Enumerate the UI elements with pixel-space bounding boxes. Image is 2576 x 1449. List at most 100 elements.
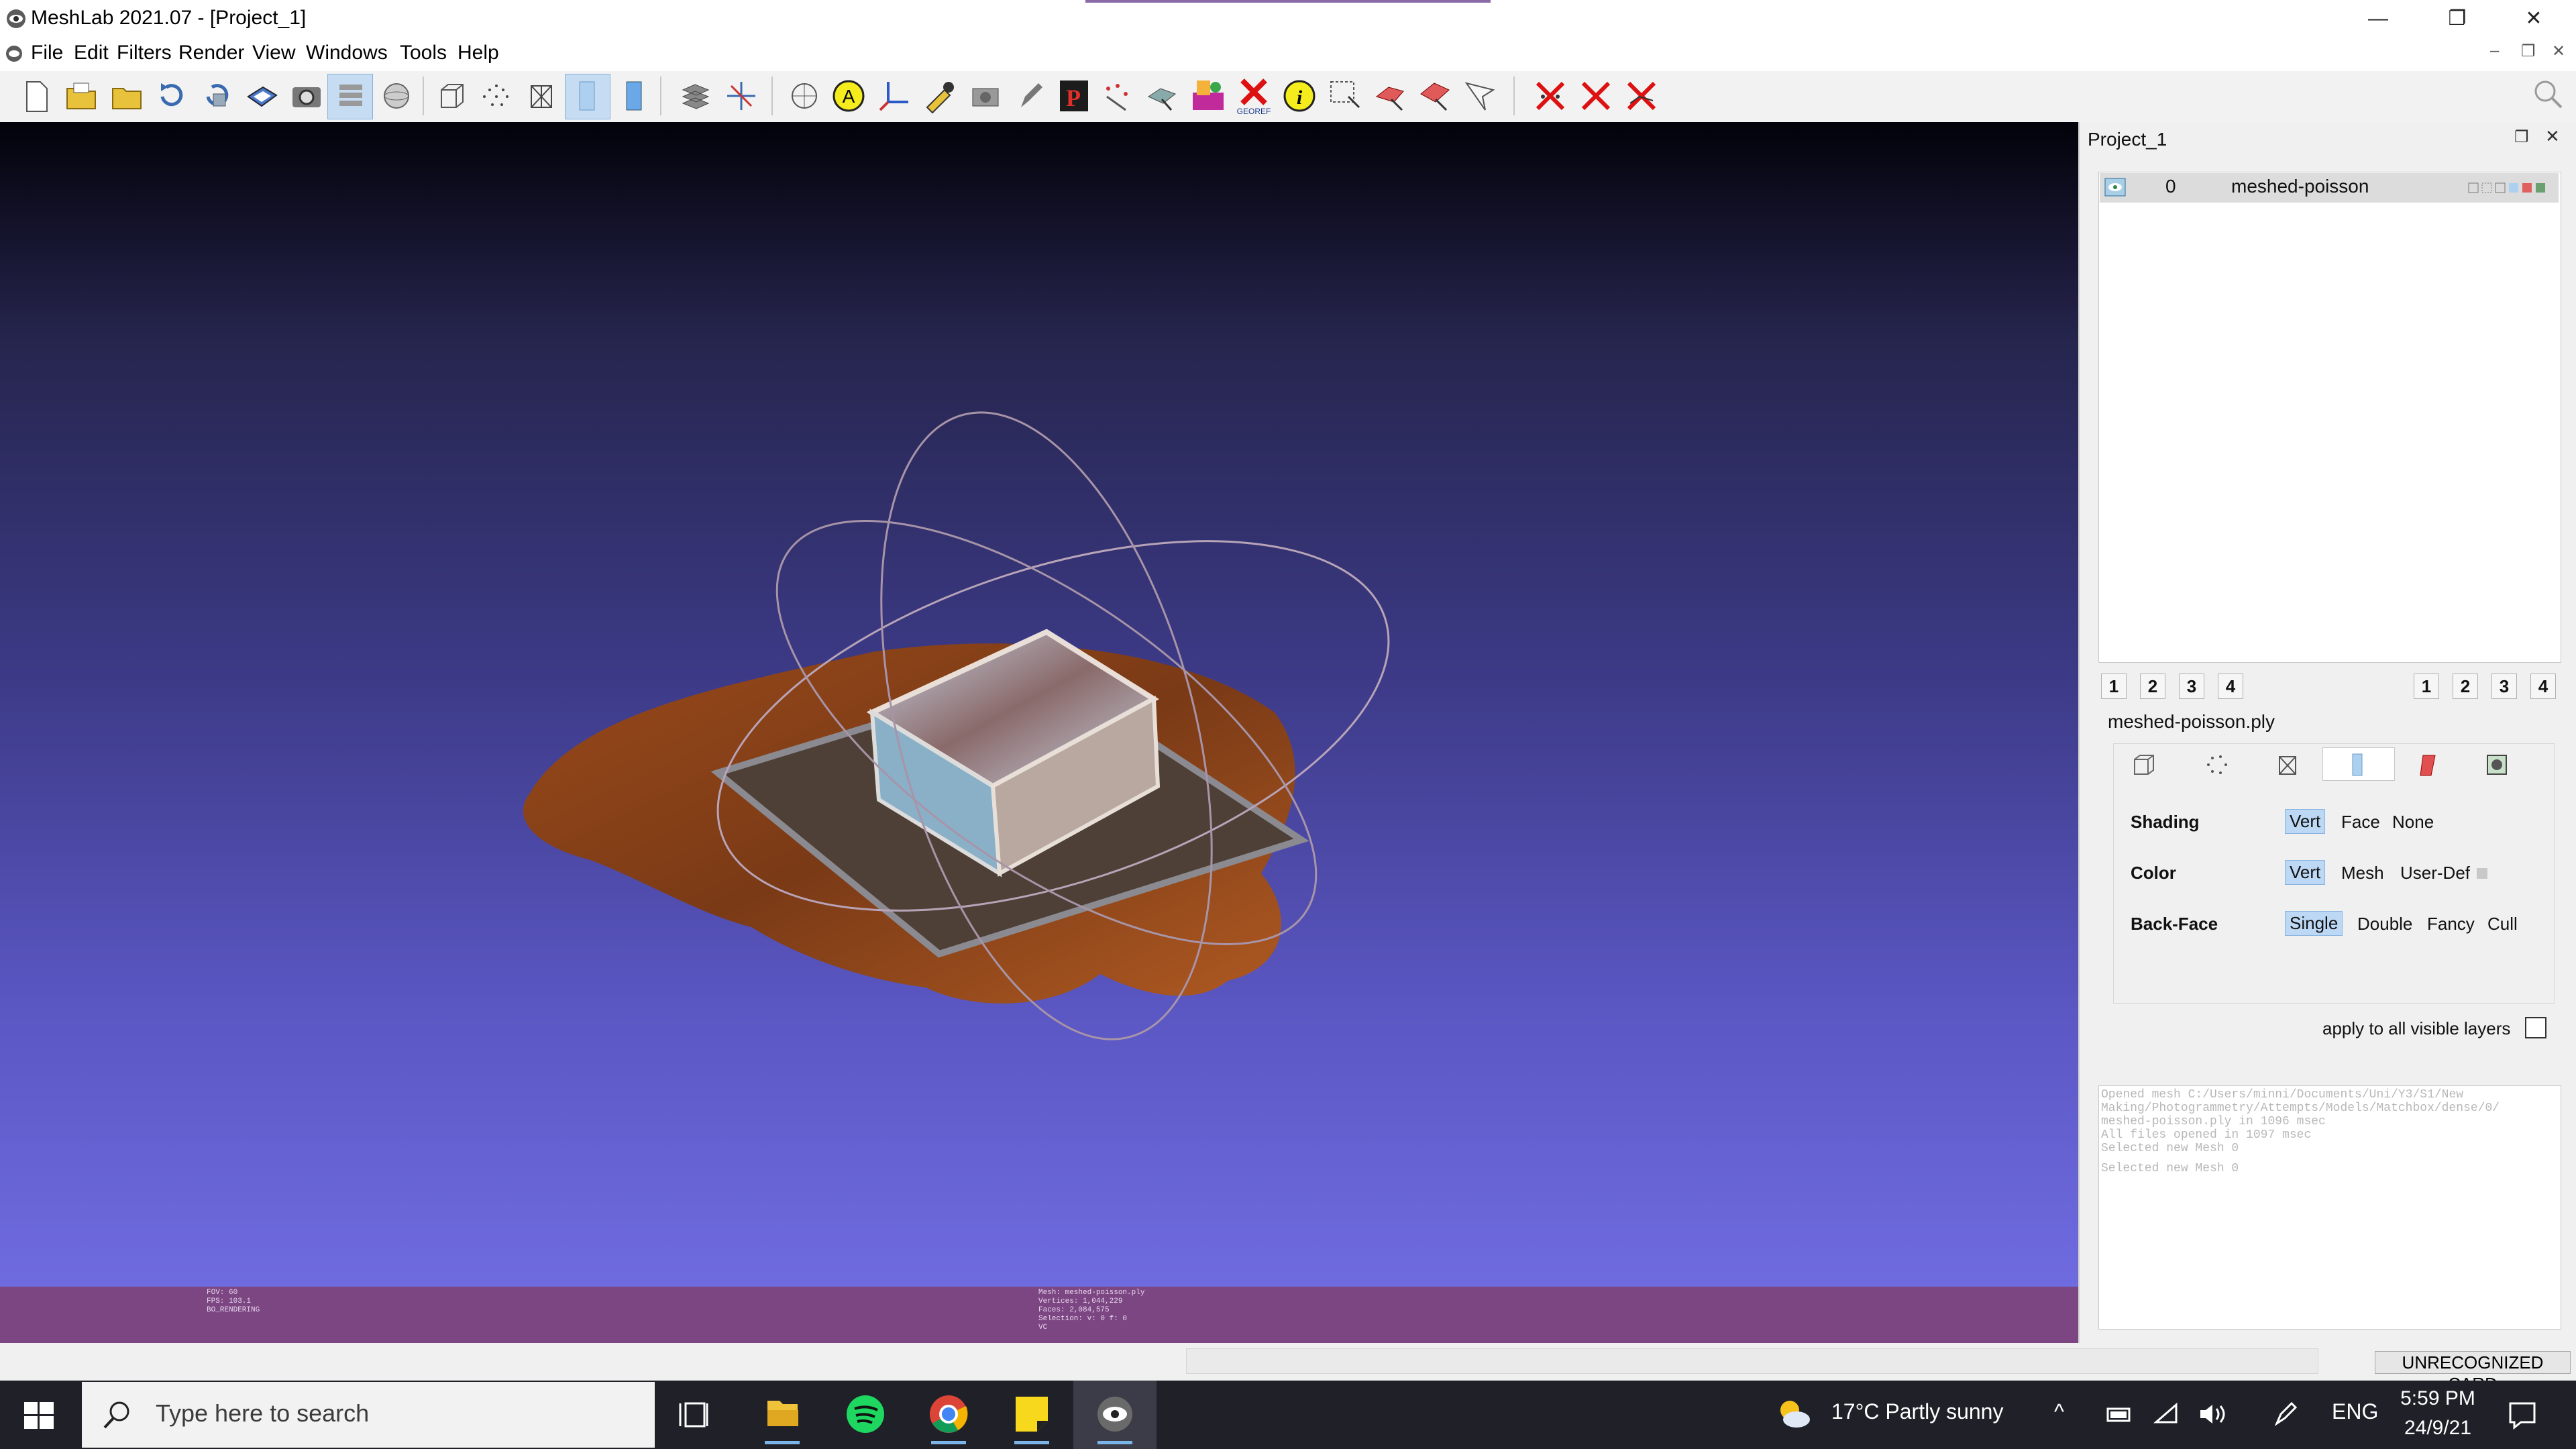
save-icon[interactable] — [243, 76, 282, 115]
sticky-notes-icon[interactable] — [990, 1383, 1073, 1446]
box-render-tab-icon[interactable] — [2131, 751, 2157, 778]
delete-faces-icon[interactable] — [1576, 76, 1615, 115]
language-indicator[interactable]: ENG — [2332, 1399, 2378, 1424]
menu-file[interactable]: File — [31, 42, 63, 64]
menu-render[interactable]: Render — [178, 42, 244, 64]
select-faces-icon[interactable] — [1371, 76, 1410, 115]
restore-button[interactable]: ❐ — [2420, 4, 2494, 34]
mdi-restore-button[interactable]: ❐ — [2521, 42, 2536, 61]
open-project-icon[interactable] — [62, 76, 101, 115]
visibility-eye-icon[interactable] — [2104, 177, 2127, 197]
smooth-render-tab-icon[interactable] — [2344, 751, 2371, 778]
grid-icon[interactable] — [676, 76, 715, 115]
wireframe-icon[interactable] — [522, 76, 561, 115]
mdi-system-icon[interactable] — [4, 44, 25, 63]
weather-text[interactable]: 17°C Partly sunny — [1831, 1399, 2003, 1424]
axes-icon[interactable] — [875, 76, 914, 115]
mdi-close-button[interactable]: ✕ — [2552, 42, 2565, 61]
wifi-icon[interactable] — [2153, 1402, 2180, 1426]
show-hidden-icons-icon[interactable]: ^ — [2054, 1399, 2064, 1424]
select-connected-icon[interactable] — [1415, 76, 1454, 115]
search-toolbar-icon[interactable] — [2529, 75, 2567, 113]
windows-start-icon[interactable] — [24, 1402, 54, 1429]
smooth-shading-icon[interactable] — [568, 76, 606, 115]
color-mesh-option[interactable]: Mesh — [2337, 861, 2388, 885]
points-render-tab-icon[interactable] — [2203, 751, 2230, 778]
delete-vertices-icon[interactable] — [1531, 76, 1570, 115]
volume-icon[interactable] — [2198, 1402, 2227, 1426]
view-page-2-button[interactable]: 2 — [2140, 674, 2165, 699]
bbox-sphere-icon[interactable] — [377, 76, 416, 115]
georef-icon[interactable]: GEOREF — [1234, 76, 1273, 115]
reload-all-icon[interactable] — [197, 76, 236, 115]
chrome-icon[interactable] — [907, 1383, 990, 1446]
shading-face-option[interactable]: Face — [2337, 810, 2384, 834]
layer-render-icons[interactable] — [2467, 181, 2555, 195]
view-page-1-button[interactable]: 1 — [2101, 674, 2127, 699]
clock-date[interactable]: 24/9/21 — [2396, 1417, 2479, 1440]
undock-panel-button[interactable]: ❐ — [2514, 127, 2529, 147]
color-userdef-option[interactable]: User-Def — [2396, 861, 2474, 885]
raster-page-4-button[interactable]: 4 — [2530, 674, 2556, 699]
texture-icon[interactable] — [614, 76, 653, 115]
annotate-a-icon[interactable]: A — [829, 76, 868, 115]
bbox-icon[interactable] — [432, 76, 471, 115]
spotify-icon[interactable] — [824, 1383, 907, 1446]
menu-tools[interactable]: Tools — [400, 42, 447, 64]
menu-view[interactable]: View — [252, 42, 295, 64]
delete-selection-icon[interactable] — [1622, 76, 1661, 115]
mesh-paint-icon[interactable] — [1189, 76, 1228, 115]
camera-icon[interactable] — [966, 76, 1005, 115]
view-page-4-button[interactable]: 4 — [2218, 674, 2243, 699]
select-region-icon[interactable] — [1461, 76, 1500, 115]
color-vert-option[interactable]: Vert — [2285, 860, 2326, 885]
new-project-icon[interactable] — [16, 76, 55, 115]
pen-workspace-icon[interactable] — [2271, 1401, 2298, 1428]
info-sphere-icon[interactable] — [785, 76, 824, 115]
mdi-minimize-button[interactable]: – — [2490, 42, 2499, 60]
battery-icon[interactable] — [2106, 1403, 2133, 1425]
view-page-3-button[interactable]: 3 — [2179, 674, 2204, 699]
close-button[interactable]: ✕ — [2497, 4, 2571, 34]
color-picker-icon[interactable] — [920, 76, 959, 115]
color-render-tab-icon[interactable] — [2415, 751, 2442, 778]
menu-filters[interactable]: Filters — [117, 42, 172, 64]
backface-single-option[interactable]: Single — [2285, 911, 2343, 936]
menu-windows[interactable]: Windows — [306, 42, 388, 64]
raster-page-1-button[interactable]: 1 — [2414, 674, 2439, 699]
select-vertices-icon[interactable] — [1326, 76, 1364, 115]
axis-gizmo-icon[interactable] — [722, 76, 761, 115]
layers-icon[interactable] — [331, 76, 370, 115]
weather-icon[interactable] — [1775, 1397, 1813, 1430]
paint-icon[interactable]: P — [1055, 76, 1093, 115]
pen-icon[interactable] — [1012, 76, 1051, 115]
align-icon[interactable] — [1143, 76, 1182, 115]
menu-help[interactable]: Help — [458, 42, 499, 64]
snapshot-icon[interactable] — [287, 76, 326, 115]
file-explorer-icon[interactable] — [741, 1383, 824, 1446]
points-icon[interactable] — [476, 76, 515, 115]
menu-edit[interactable]: Edit — [74, 42, 109, 64]
shading-none-option[interactable]: None — [2388, 810, 2438, 834]
close-panel-button[interactable]: ✕ — [2545, 126, 2560, 147]
wire-render-tab-icon[interactable] — [2274, 751, 2301, 778]
backface-cull-option[interactable]: Cull — [2483, 912, 2522, 936]
info-icon[interactable]: i — [1280, 76, 1319, 115]
meshlab-taskbar-icon[interactable] — [1073, 1383, 1157, 1446]
task-view-icon[interactable] — [656, 1383, 739, 1446]
backface-double-option[interactable]: Double — [2353, 912, 2416, 936]
raster-page-2-button[interactable]: 2 — [2453, 674, 2478, 699]
shading-vert-option[interactable]: Vert — [2285, 809, 2326, 834]
raster-page-3-button[interactable]: 3 — [2491, 674, 2517, 699]
reload-icon[interactable] — [152, 76, 191, 115]
point-picking-icon[interactable] — [1097, 76, 1136, 115]
backface-fancy-option[interactable]: Fancy — [2423, 912, 2479, 936]
user-color-swatch[interactable] — [2477, 868, 2487, 879]
notifications-icon[interactable] — [2506, 1399, 2538, 1432]
apply-all-checkbox[interactable] — [2525, 1017, 2546, 1038]
texture-render-tab-icon[interactable] — [2483, 751, 2510, 778]
open-mesh-icon[interactable] — [107, 76, 146, 115]
clock-time[interactable]: 5:59 PM — [2396, 1387, 2479, 1410]
minimize-button[interactable]: — — [2341, 4, 2415, 34]
3d-viewport[interactable] — [0, 122, 2078, 1343]
